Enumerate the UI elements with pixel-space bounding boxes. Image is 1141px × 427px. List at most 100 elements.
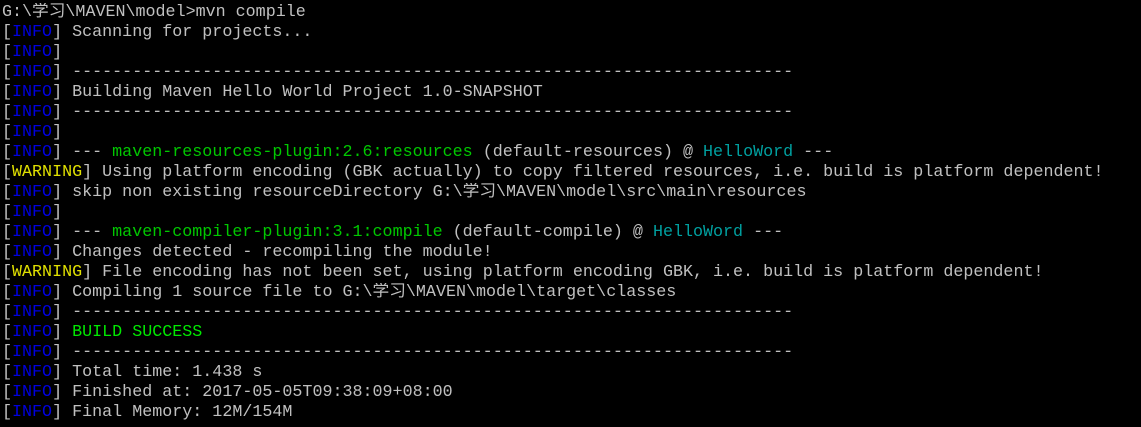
console-line: [INFO] ---------------------------------… [2,343,1141,363]
log-bracket: ] [52,283,63,302]
log-bracket: ] [52,403,63,422]
log-bracket: ] [82,163,93,182]
log-bracket: [ [2,403,13,422]
log-bracket: ] [52,203,63,222]
log-bracket: [ [2,283,13,302]
console-line: [INFO] [2,123,1141,143]
log-bracket: [ [2,243,13,262]
log-bracket: ] [52,223,63,242]
log-bracket: [ [2,83,13,102]
console-line: [INFO] [2,203,1141,223]
log-text-segment: Using platform encoding (GBK actually) t… [92,163,1104,182]
log-text-segment: Final Memory: 12M/154M [62,403,293,422]
log-bracket: ] [52,63,63,82]
log-text-segment: G:\学习\MAVEN\model>mvn compile [2,3,306,22]
log-level-label: INFO [12,403,53,422]
log-bracket: ] [52,243,63,262]
console-line: [WARNING] Using platform encoding (GBK a… [2,163,1141,183]
log-text-segment: Changes detected - recompiling the modul… [62,243,493,262]
log-text-segment: ----------------------------------------… [62,343,794,362]
log-bracket: [ [2,123,13,142]
log-level-label: INFO [12,103,53,122]
log-bracket: ] [52,23,63,42]
log-bracket: ] [52,183,63,202]
console-line: [INFO] [2,43,1141,63]
log-text-segment: HelloWord [703,143,794,162]
log-level-label: WARNING [12,163,83,182]
log-bracket: [ [2,343,13,362]
log-bracket: ] [52,343,63,362]
log-text-segment: maven-compiler-plugin:3.1:compile [112,223,443,242]
log-bracket: ] [52,83,63,102]
log-bracket: [ [2,43,13,62]
log-bracket: [ [2,63,13,82]
console-line: [INFO] Changes detected - recompiling th… [2,243,1141,263]
log-bracket: [ [2,183,13,202]
console-line: [INFO] Finished at: 2017-05-05T09:38:09+… [2,383,1141,403]
log-level-label: INFO [12,43,53,62]
log-bracket: ] [52,123,63,142]
console-line: [INFO] --- maven-resources-plugin:2.6:re… [2,143,1141,163]
log-bracket: [ [2,163,13,182]
console-line: [INFO] Total time: 1.438 s [2,363,1141,383]
log-bracket: ] [52,383,63,402]
console-line: [INFO] ---------------------------------… [2,63,1141,83]
log-level-label: INFO [12,323,53,342]
log-bracket: [ [2,23,13,42]
log-text-segment: --- [62,223,113,242]
log-level-label: INFO [12,223,53,242]
log-level-label: INFO [12,243,53,262]
log-bracket: ] [52,323,63,342]
log-level-label: INFO [12,383,53,402]
log-bracket: [ [2,383,13,402]
log-level-label: INFO [12,363,53,382]
log-bracket: [ [2,303,13,322]
log-level-label: INFO [12,343,53,362]
terminal-window[interactable]: G:\学习\MAVEN\model>mvn compile [INFO] Scan… [0,0,1141,427]
log-text-segment: Total time: 1.438 s [62,363,263,382]
log-bracket: [ [2,223,13,242]
log-text-segment: --- [62,143,113,162]
log-level-label: INFO [12,303,53,322]
log-text-segment: (default-resources) @ [472,143,704,162]
console-line: [INFO] --- maven-compiler-plugin:3.1:com… [2,223,1141,243]
log-text-segment: ----------------------------------------… [62,303,794,322]
log-level-label: INFO [12,283,53,302]
log-text-segment: Scanning for projects... [62,23,313,42]
log-text-segment: ----------------------------------------… [62,63,794,82]
log-text-segment: ----------------------------------------… [62,103,794,122]
log-bracket: [ [2,103,13,122]
log-bracket: ] [82,263,93,282]
log-level-label: INFO [12,123,53,142]
log-bracket: [ [2,263,13,282]
log-text-segment: --- [793,143,834,162]
console-line: [INFO] BUILD SUCCESS [2,323,1141,343]
log-bracket: [ [2,363,13,382]
console-line: G:\学习\MAVEN\model>mvn compile [2,3,1141,23]
log-bracket: [ [2,323,13,342]
console-line: [INFO] ---------------------------------… [2,303,1141,323]
log-text-segment: --- [743,223,784,242]
console-line: [INFO] Building Maven Hello World Projec… [2,83,1141,103]
log-bracket: ] [52,143,63,162]
log-text-segment: (default-compile) @ [442,223,653,242]
log-text-segment: skip non existing resourceDirectory G:\学… [62,183,807,202]
log-bracket: [ [2,143,13,162]
log-text-segment: HelloWord [652,223,744,242]
console-line: [INFO] skip non existing resourceDirecto… [2,183,1141,203]
console-line: [INFO] Compiling 1 source file to G:\学习\… [2,283,1141,303]
console-line: [INFO] ---------------------------------… [2,103,1141,123]
log-text-segment: Building Maven Hello World Project 1.0-S… [62,83,543,102]
log-bracket: ] [52,43,63,62]
log-level-label: WARNING [12,263,83,282]
log-bracket: ] [52,303,63,322]
console-line: [WARNING] File encoding has not been set… [2,263,1141,283]
console-line: [INFO] Final Memory: 12M/154M [2,403,1141,423]
log-text-segment: maven-resources-plugin:2.6:resources [112,143,473,162]
log-level-label: INFO [12,183,53,202]
log-level-label: INFO [12,23,53,42]
log-text-segment: Finished at: 2017-05-05T09:38:09+08:00 [62,383,453,402]
log-level-label: INFO [12,63,53,82]
log-bracket: ] [52,363,63,382]
log-text-segment: BUILD SUCCESS [62,323,203,342]
